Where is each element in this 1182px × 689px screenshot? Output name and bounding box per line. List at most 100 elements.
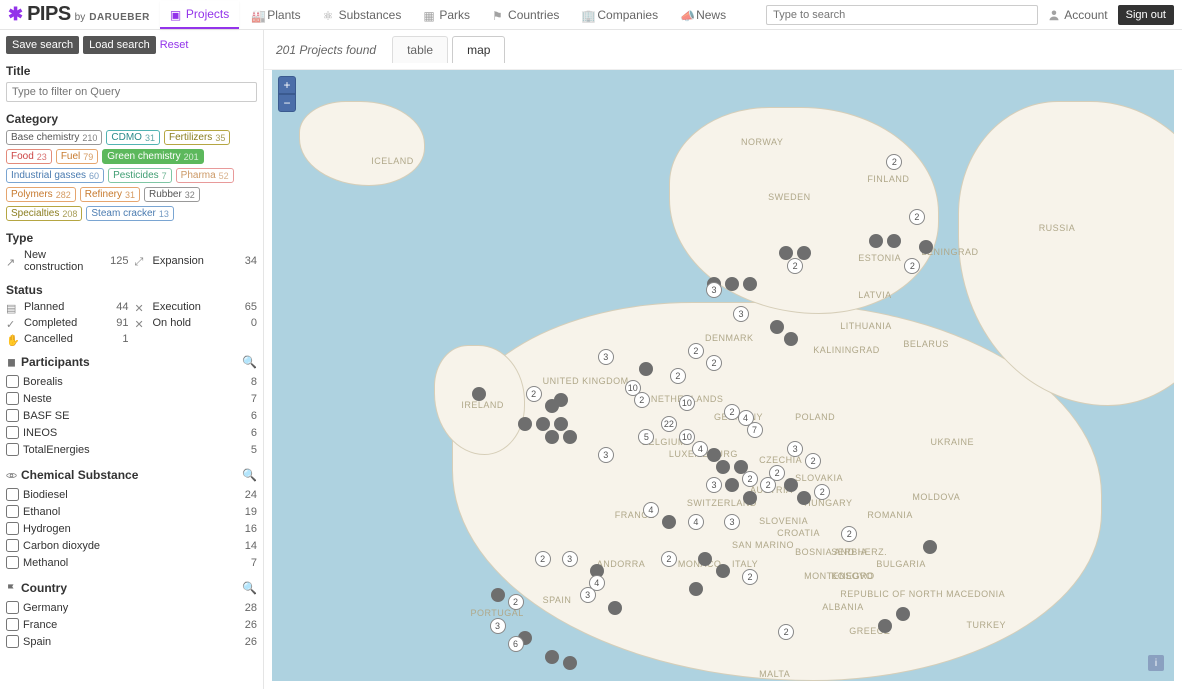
- project-marker[interactable]: [716, 564, 730, 578]
- cluster-marker[interactable]: 7: [747, 422, 763, 438]
- substance-row[interactable]: Ethanol19: [6, 503, 257, 520]
- cluster-marker[interactable]: 3: [580, 587, 596, 603]
- load-search-button[interactable]: Load search: [83, 36, 156, 54]
- title-filter-input[interactable]: [6, 82, 257, 102]
- cluster-marker[interactable]: 2: [535, 551, 551, 567]
- nav-projects[interactable]: ▣Projects: [160, 1, 239, 29]
- project-marker[interactable]: [563, 430, 577, 444]
- substance-row[interactable]: Hydrogen16: [6, 520, 257, 537]
- country-checkbox[interactable]: [6, 601, 19, 614]
- cluster-marker[interactable]: 2: [508, 594, 524, 610]
- cluster-marker[interactable]: 2: [787, 258, 803, 274]
- tab-table[interactable]: table: [392, 36, 448, 63]
- category-chip-fuel[interactable]: Fuel79: [56, 149, 98, 164]
- cluster-marker[interactable]: 2: [909, 209, 925, 225]
- project-marker[interactable]: [743, 491, 757, 505]
- project-marker[interactable]: [662, 515, 676, 529]
- participant-checkbox[interactable]: [6, 443, 19, 456]
- cluster-marker[interactable]: 3: [733, 306, 749, 322]
- cluster-marker[interactable]: 2: [706, 355, 722, 371]
- category-chip-cdmo[interactable]: CDMO31: [106, 130, 160, 145]
- project-marker[interactable]: [725, 478, 739, 492]
- map-viewport[interactable]: + − i ICELANDNORWAYSWEDENFINLANDESTONIAL…: [272, 70, 1174, 681]
- cluster-marker[interactable]: 10: [679, 395, 695, 411]
- project-marker[interactable]: [689, 582, 703, 596]
- substance-checkbox[interactable]: [6, 522, 19, 535]
- project-marker[interactable]: [491, 588, 505, 602]
- cluster-marker[interactable]: 3: [724, 514, 740, 530]
- category-chip-polymers[interactable]: Polymers282: [6, 187, 76, 202]
- country-row[interactable]: Germany28: [6, 599, 257, 616]
- participant-checkbox[interactable]: [6, 426, 19, 439]
- participants-search-icon[interactable]: 🔍: [242, 355, 257, 369]
- participant-checkbox[interactable]: [6, 392, 19, 405]
- cluster-marker[interactable]: 4: [688, 514, 704, 530]
- substance-row[interactable]: Methanol7: [6, 554, 257, 571]
- project-marker[interactable]: [698, 552, 712, 566]
- substance-checkbox[interactable]: [6, 505, 19, 518]
- nav-companies[interactable]: 🏢Companies: [571, 2, 668, 28]
- project-marker[interactable]: [554, 417, 568, 431]
- substance-checkbox[interactable]: [6, 488, 19, 501]
- cluster-marker[interactable]: 3: [787, 441, 803, 457]
- participant-checkbox[interactable]: [6, 409, 19, 422]
- cluster-marker[interactable]: 2: [670, 368, 686, 384]
- project-marker[interactable]: [878, 619, 892, 633]
- brand[interactable]: ✱ PIPS by DARUEBER: [8, 3, 150, 26]
- cluster-marker[interactable]: 2: [886, 154, 902, 170]
- cluster-marker[interactable]: 2: [688, 343, 704, 359]
- substance-checkbox[interactable]: [6, 556, 19, 569]
- cluster-marker[interactable]: 3: [706, 282, 722, 298]
- project-marker[interactable]: [784, 332, 798, 346]
- cluster-marker[interactable]: 5: [638, 429, 654, 445]
- project-marker[interactable]: [608, 601, 622, 615]
- project-marker[interactable]: [716, 460, 730, 474]
- category-chip-refinery[interactable]: Refinery31: [80, 187, 140, 202]
- participant-row[interactable]: Neste7: [6, 390, 257, 407]
- country-checkbox[interactable]: [6, 635, 19, 648]
- tab-map[interactable]: map: [452, 36, 505, 63]
- signout-button[interactable]: Sign out: [1118, 5, 1174, 25]
- status-completed[interactable]: Completed: [24, 317, 99, 329]
- project-marker[interactable]: [797, 491, 811, 505]
- category-chip-base-chemistry[interactable]: Base chemistry210: [6, 130, 102, 145]
- cluster-marker[interactable]: 3: [490, 618, 506, 634]
- cluster-marker[interactable]: 10: [679, 429, 695, 445]
- participant-row[interactable]: BASF SE6: [6, 407, 257, 424]
- cluster-marker[interactable]: 3: [706, 477, 722, 493]
- project-marker[interactable]: [743, 277, 757, 291]
- cluster-marker[interactable]: 2: [904, 258, 920, 274]
- project-marker[interactable]: [725, 277, 739, 291]
- country-row[interactable]: France26: [6, 616, 257, 633]
- cluster-marker[interactable]: 2: [634, 392, 650, 408]
- map-info-button[interactable]: i: [1148, 655, 1164, 671]
- zoom-in-button[interactable]: +: [278, 76, 296, 94]
- category-chip-pharma[interactable]: Pharma52: [176, 168, 234, 183]
- category-chip-green-chemistry[interactable]: Green chemistry201: [102, 149, 203, 164]
- project-marker[interactable]: [536, 417, 550, 431]
- type-new-construction[interactable]: New construction: [24, 249, 99, 273]
- reset-link[interactable]: Reset: [160, 39, 189, 51]
- status-cancelled[interactable]: Cancelled: [24, 333, 99, 345]
- project-marker[interactable]: [545, 650, 559, 664]
- nav-plants[interactable]: 🏭Plants: [241, 2, 310, 28]
- cluster-marker[interactable]: 3: [562, 551, 578, 567]
- status-on-hold[interactable]: On hold: [153, 317, 228, 329]
- substance-row[interactable]: Carbon dioxyde14: [6, 537, 257, 554]
- status-planned[interactable]: Planned: [24, 301, 99, 313]
- participant-row[interactable]: TotalEnergies5: [6, 441, 257, 458]
- cluster-marker[interactable]: 2: [814, 484, 830, 500]
- country-row[interactable]: Spain26: [6, 633, 257, 650]
- cluster-marker[interactable]: 4: [643, 502, 659, 518]
- cluster-marker[interactable]: 2: [526, 386, 542, 402]
- cluster-marker[interactable]: 2: [805, 453, 821, 469]
- cluster-marker[interactable]: 6: [508, 636, 524, 652]
- cluster-marker[interactable]: 3: [598, 447, 614, 463]
- participant-row[interactable]: Borealis8: [6, 373, 257, 390]
- project-marker[interactable]: [472, 387, 486, 401]
- global-search-input[interactable]: [766, 5, 1038, 25]
- nav-countries[interactable]: ⚑Countries: [482, 2, 569, 28]
- cluster-marker[interactable]: 3: [598, 349, 614, 365]
- zoom-out-button[interactable]: −: [278, 94, 296, 112]
- cluster-marker[interactable]: 2: [769, 465, 785, 481]
